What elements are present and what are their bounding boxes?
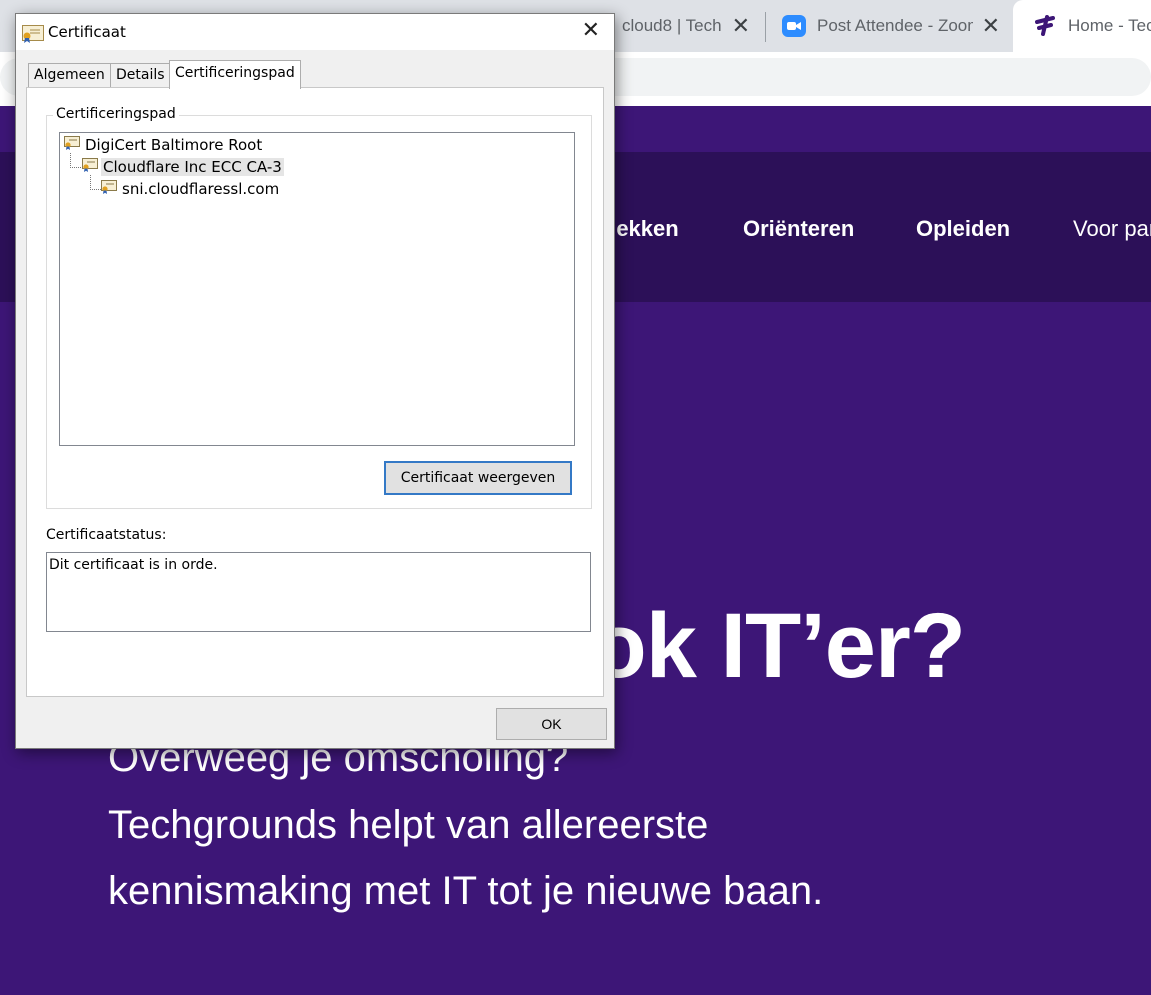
tab-title: cloud8 | Tech: [622, 16, 722, 35]
dialog-title: Certificaat: [48, 23, 126, 41]
tree-item-intermediate[interactable]: Cloudflare Inc ECC CA-3: [82, 158, 284, 176]
tab-separator: [765, 12, 766, 42]
certification-path-group: Certificeringspad DigiCert Baltimore Roo…: [46, 106, 592, 509]
ok-button[interactable]: OK: [496, 708, 607, 740]
certificate-icon: [82, 158, 98, 176]
tab-close-icon[interactable]: ✕: [982, 14, 1000, 38]
hero-line-2: Techgrounds helpt van allereerste: [108, 803, 709, 847]
tree-item-label: DigiCert Baltimore Root: [85, 136, 263, 154]
certificate-icon: [22, 25, 44, 47]
browser-tab-zoom[interactable]: Post Attendee - Zoom ✕: [770, 0, 1010, 52]
tab-title: Post Attendee - Zoom: [817, 16, 973, 35]
certificate-status-label: Certificaatstatus:: [46, 527, 167, 543]
close-icon[interactable]: ✕: [582, 19, 600, 43]
certificate-icon: [101, 180, 117, 198]
tab-panel: Certificeringspad DigiCert Baltimore Roo…: [26, 87, 604, 697]
tree-item-label: Cloudflare Inc ECC CA-3: [101, 158, 284, 176]
tab-details[interactable]: Details: [110, 63, 171, 87]
dialog-titlebar[interactable]: Certificaat ✕: [16, 14, 614, 50]
tree-item-leaf[interactable]: sni.cloudflaressl.com: [101, 180, 281, 198]
nav-opleiden[interactable]: Opleiden: [916, 216, 1010, 242]
certificate-status-box[interactable]: Dit certificaat is in orde.: [46, 552, 591, 632]
certificate-dialog: Certificaat ✕ Algemeen Details Certifice…: [15, 13, 615, 749]
certification-path-tree[interactable]: DigiCert Baltimore Root Cloudflare Inc E…: [59, 132, 575, 446]
group-label: Certificeringspad: [53, 106, 179, 122]
zoom-icon: [782, 15, 806, 37]
certificate-icon: [64, 136, 80, 154]
tree-item-label: sni.cloudflaressl.com: [122, 180, 280, 198]
tree-connector: [70, 153, 81, 168]
view-certificate-button[interactable]: Certificaat weergeven: [384, 461, 572, 495]
nav-orienteren[interactable]: Oriënteren: [743, 216, 854, 242]
nav-voor-partners[interactable]: Voor partners: [1073, 216, 1151, 242]
browser-tab-techgrounds[interactable]: Home - Techgrounds: [1013, 0, 1151, 52]
tree-item-root[interactable]: DigiCert Baltimore Root: [64, 136, 264, 154]
tab-title: Home - Techgrounds: [1068, 16, 1151, 35]
tab-certificeringspad[interactable]: Certificeringspad: [169, 60, 301, 89]
techgrounds-icon: [1033, 14, 1057, 43]
tab-close-icon[interactable]: ✕: [732, 14, 750, 38]
tab-algemeen[interactable]: Algemeen: [28, 63, 111, 87]
hero-line-3: kennismaking met IT tot je nieuwe baan.: [108, 869, 824, 913]
tree-connector: [90, 175, 101, 190]
